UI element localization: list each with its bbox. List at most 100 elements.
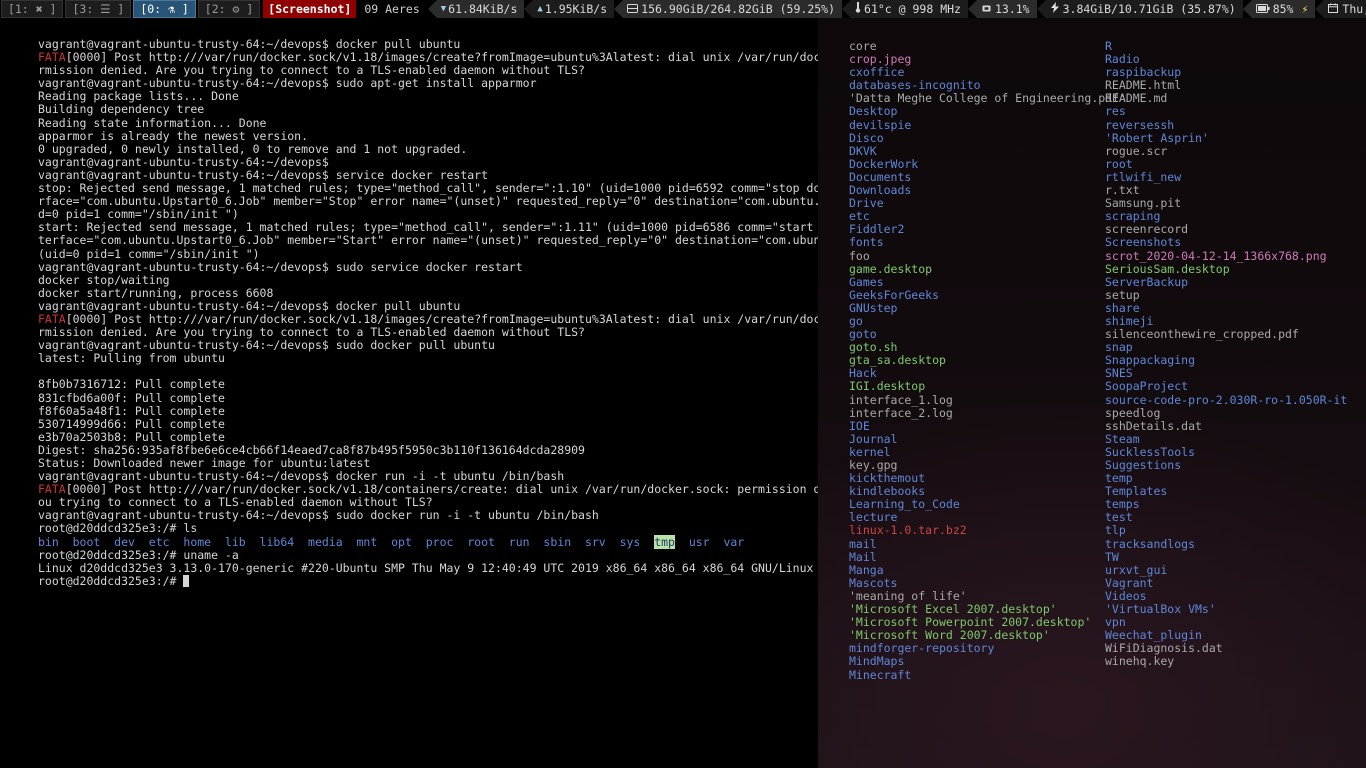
file-entry: IGI.desktop bbox=[849, 379, 926, 394]
file-entry: interface_1.log bbox=[849, 392, 953, 407]
file-entry: tlp bbox=[1105, 523, 1126, 538]
terminal-text: FATA bbox=[38, 50, 66, 65]
file-entry: devilspie bbox=[849, 117, 912, 132]
file-entry: source-code-pro-2.030R-ro-1.050R-it bbox=[1105, 392, 1348, 407]
file-entry: share bbox=[1105, 300, 1140, 315]
file-entry: Manga bbox=[849, 562, 884, 577]
battery-icon bbox=[1255, 0, 1270, 18]
file-entry: temps bbox=[1105, 497, 1140, 512]
file-entry: Steam bbox=[1105, 431, 1140, 446]
terminal-text: vagrant@vagrant-ubuntu-trusty-64:~/devop… bbox=[38, 338, 495, 353]
terminal-text: usr var bbox=[674, 534, 745, 549]
file-entry: Minecraft bbox=[849, 667, 912, 682]
status-blocks: ▼ 61.84KiB/s ▲ 1.95KiB/s 156.90GiB/264.8… bbox=[427, 0, 1366, 18]
memory-block: 3.84GiB/10.71GiB (35.87%) bbox=[1045, 0, 1243, 18]
workspace-button-2[interactable]: [2: ⚙ ] bbox=[197, 0, 261, 18]
terminal-text: e3b70a2503b8: Pull complete bbox=[38, 429, 225, 444]
terminal-text: tmp bbox=[654, 534, 675, 549]
net-down-block: ▼ 61.84KiB/s bbox=[436, 0, 525, 18]
terminal-text: vagrant@vagrant-ubuntu-trusty-64:~/devop… bbox=[38, 167, 489, 182]
terminal-text: d=0 pid=1 comm="/sbin/init ") bbox=[38, 207, 239, 222]
terminal-text: rmission denied. Are you trying to conne… bbox=[38, 63, 585, 78]
file-entry: gta_sa.desktop bbox=[849, 353, 946, 368]
block-separator-icon bbox=[524, 0, 534, 18]
file-entry: res bbox=[1105, 104, 1126, 119]
terminal-text: Building dependency tree bbox=[38, 102, 205, 117]
terminal-text: vagrant@vagrant-ubuntu-trusty-64:~/devop… bbox=[38, 76, 537, 91]
block-separator-icon bbox=[614, 0, 624, 18]
block-separator-icon bbox=[1242, 0, 1252, 18]
cpu-load-block: 13.1% bbox=[976, 0, 1037, 18]
terminal-cursor bbox=[183, 574, 190, 587]
terminal-text: 0 upgraded, 0 newly installed, 0 to remo… bbox=[38, 141, 468, 156]
file-entry: test bbox=[1105, 510, 1133, 525]
terminal-text: latest: Pulling from ubuntu bbox=[38, 351, 225, 366]
net-up-block: ▲ 1.95KiB/s bbox=[533, 0, 615, 18]
terminal-text: FATA bbox=[38, 311, 66, 326]
file-entry: linux-1.0.tar.bz2 bbox=[849, 523, 967, 538]
file-listing-column-2: R Radio raspibackup README.html README.md res… bbox=[1105, 39, 1348, 669]
binding-mode-indicator: [Screenshot] bbox=[263, 0, 357, 18]
terminal-line: latest: Pulling from ubuntu bbox=[38, 352, 814, 365]
file-entry: Screenshots bbox=[1105, 235, 1182, 250]
cpu-temperature-block: 61°c @ 998 MHz bbox=[851, 0, 968, 18]
terminal-text: stop: Rejected send message, 1 matched r… bbox=[38, 181, 818, 196]
terminal-line: root@d20ddcd325e3:/# bbox=[38, 574, 814, 588]
file-entry: scrot_2020-04-12-14_1366x768.png bbox=[1105, 248, 1327, 263]
file-entry: fonts bbox=[849, 235, 884, 250]
file-entry: GeeksForGeeks bbox=[849, 287, 940, 302]
file-entry: Journal bbox=[849, 431, 898, 446]
file-listing-column-1: core crop.jpeg cxoffice databases-incognito… bbox=[849, 39, 1126, 682]
file-entry: setup bbox=[1105, 287, 1140, 302]
terminal-text: rmission denied. Are you trying to conne… bbox=[38, 325, 585, 340]
file-entry: Drive bbox=[849, 196, 884, 211]
file-entry: 'VirtualBox VMs' bbox=[1105, 602, 1216, 617]
file-entry: Disco bbox=[849, 130, 884, 145]
file-entry: 'Robert Asprin' bbox=[1105, 130, 1209, 145]
cpu-icon bbox=[981, 0, 992, 18]
terminal-text: root@d20ddcd325e3:/# uname -a bbox=[38, 547, 239, 562]
workspace-button-1[interactable]: [1: ✖ ] bbox=[1, 0, 64, 18]
right-terminal-window[interactable]: core crop.jpeg cxoffice databases-incognito… bbox=[820, 18, 1366, 768]
terminal-text: apparmor is already the newest version. bbox=[38, 128, 309, 143]
file-entry: go bbox=[849, 313, 863, 328]
file-entry: rogue.scr bbox=[1105, 143, 1168, 158]
file-entry: README.md bbox=[1105, 91, 1168, 106]
terminal-text: ou trying to connect to a TLS-enabled da… bbox=[38, 495, 433, 510]
file-entry: interface_2.log bbox=[849, 405, 953, 420]
terminal-text: vagrant@vagrant-ubuntu-trusty-64:~/devop… bbox=[38, 37, 461, 51]
file-entry: DKVK bbox=[849, 143, 877, 158]
charging-bolt-icon: ⚡ bbox=[1301, 2, 1309, 16]
file-entry: R bbox=[1105, 39, 1112, 53]
terminal-text: (uid=0 pid=1 comm="/sbin/init ") bbox=[38, 246, 260, 261]
terminal-text: Digest: sha256:935af8fbe6e6ce4cb66f14eae… bbox=[38, 442, 585, 457]
terminal-text: terface="com.ubuntu.Upstart0_6.Job" memb… bbox=[38, 233, 818, 248]
file-entry: Mascots bbox=[849, 575, 898, 590]
file-entry: reversessh bbox=[1105, 117, 1175, 132]
file-entry: Fiddler2 bbox=[849, 222, 905, 237]
terminal-text: vagrant@vagrant-ubuntu-trusty-64:~/devop… bbox=[38, 469, 565, 484]
block-separator-icon bbox=[1315, 0, 1325, 18]
left-terminal-window[interactable]: vagrant@vagrant-ubuntu-trusty-64:~/devop… bbox=[0, 18, 818, 768]
file-entry: DockerWork bbox=[849, 156, 919, 171]
file-entry: Games bbox=[849, 274, 884, 289]
battery-block: 85% ⚡ bbox=[1251, 0, 1316, 18]
file-entry: root bbox=[1105, 156, 1133, 171]
terminal-text: vagrant@vagrant-ubuntu-trusty-64:~/devop… bbox=[38, 154, 329, 169]
file-entry: tracksandlogs bbox=[1105, 536, 1196, 551]
file-entry: urxvt_gui bbox=[1105, 562, 1168, 577]
file-entry: Snappackaging bbox=[1105, 353, 1196, 368]
terminal-text: root@d20ddcd325e3:/# ls bbox=[38, 521, 198, 536]
terminal-text: Reading state information... Done bbox=[38, 115, 267, 130]
workspace-button-3[interactable]: [3: ☰ ] bbox=[65, 0, 132, 18]
file-entry: Mail bbox=[849, 549, 877, 564]
terminal-text: 8fb0b7316712: Pull complete bbox=[38, 377, 225, 392]
file-entry: Templates bbox=[1105, 484, 1168, 499]
terminal-text: docker stop/waiting bbox=[38, 272, 170, 287]
calendar-icon bbox=[1328, 0, 1339, 18]
net-down-icon: ▼ bbox=[440, 4, 447, 14]
file-entry: mail bbox=[849, 536, 877, 551]
terminal-text: docker start/running, process 6608 bbox=[38, 285, 274, 300]
terminal-text: Status: Downloaded newer image for ubunt… bbox=[38, 456, 371, 470]
workspace-button-0[interactable]: [0: ⚗ ] bbox=[133, 0, 196, 18]
